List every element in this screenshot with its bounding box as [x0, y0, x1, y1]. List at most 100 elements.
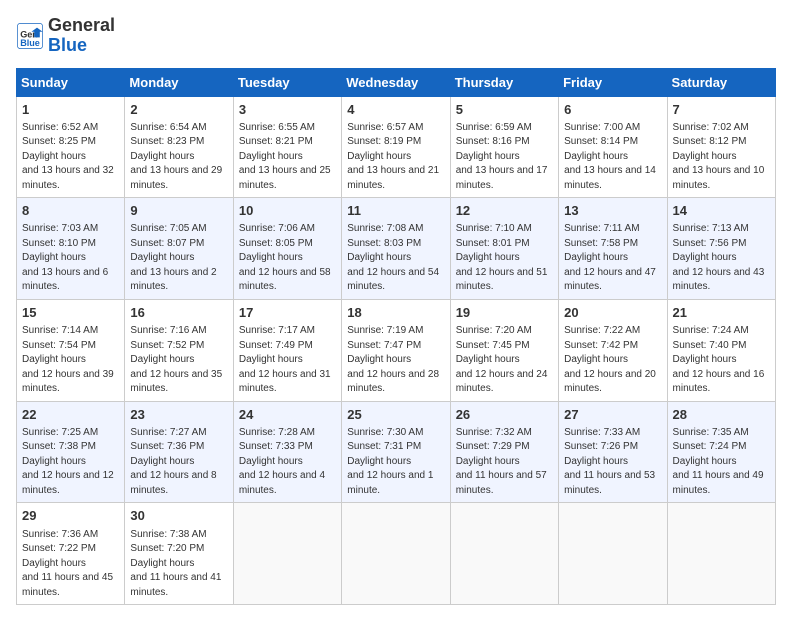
day-number: 19 — [456, 304, 553, 322]
header-cell-saturday: Saturday — [667, 68, 775, 96]
calendar-cell: 10Sunrise: 7:06 AMSunset: 8:05 PMDayligh… — [233, 198, 341, 300]
day-number: 29 — [22, 507, 119, 525]
day-number: 8 — [22, 202, 119, 220]
header-cell-friday: Friday — [559, 68, 667, 96]
header-cell-sunday: Sunday — [17, 68, 125, 96]
cell-info: Sunrise: 7:19 AMSunset: 7:47 PMDaylight … — [347, 324, 444, 397]
calendar-cell: 15 Sunrise: 7:14 AMSunset: 7:54 PMDayligh… — [17, 299, 125, 401]
cell-info: Sunrise: 6:52 AMSunset: 8:25 PMDaylight … — [22, 121, 119, 194]
cell-info: Sunrise: 7:35 AMSunset: 7:24 PMDaylight … — [673, 426, 770, 499]
day-number: 30 — [130, 507, 227, 525]
header-cell-monday: Monday — [125, 68, 233, 96]
day-number: 17 — [239, 304, 336, 322]
cell-info: Sunrise: 7:10 AMSunset: 8:01 PMDaylight … — [456, 222, 553, 295]
calendar-cell: 20 Sunrise: 7:22 AMSunset: 7:42 PMDayligh… — [559, 299, 667, 401]
day-number: 23 — [130, 406, 227, 424]
day-number: 9 — [130, 202, 227, 220]
cell-info: Sunrise: 6:54 AMSunset: 8:23 PMDaylight … — [130, 121, 227, 194]
day-number: 14 — [673, 202, 770, 220]
day-number: 13 — [564, 202, 661, 220]
calendar-cell: 18 Sunrise: 7:19 AMSunset: 7:47 PMDayligh… — [342, 299, 450, 401]
calendar-cell: 22 Sunrise: 7:25 AMSunset: 7:38 PMDayligh… — [17, 401, 125, 503]
cell-info: Sunrise: 7:36 AMSunset: 7:22 PMDaylight … — [22, 528, 119, 601]
calendar-cell: 8 Sunrise: 7:03 AMSunset: 8:10 PMDaylight… — [17, 198, 125, 300]
day-number: 18 — [347, 304, 444, 322]
cell-info: Sunrise: 7:06 AMSunset: 8:05 PMDaylight … — [239, 222, 336, 295]
calendar-cell: 24 Sunrise: 7:28 AMSunset: 7:33 PMDayligh… — [233, 401, 341, 503]
cell-info: Sunrise: 7:13 AMSunset: 7:56 PMDaylight … — [673, 222, 770, 295]
day-number: 5 — [456, 101, 553, 119]
cell-info: Sunrise: 7:20 AMSunset: 7:45 PMDaylight … — [456, 324, 553, 397]
logo-text-blue: Blue — [48, 36, 115, 56]
cell-info: Sunrise: 7:00 AMSunset: 8:14 PMDaylight … — [564, 121, 661, 194]
calendar-cell: 23 Sunrise: 7:27 AMSunset: 7:36 PMDayligh… — [125, 401, 233, 503]
calendar-cell: 12 Sunrise: 7:10 AMSunset: 8:01 PMDayligh… — [450, 198, 558, 300]
calendar-cell: 14 Sunrise: 7:13 AMSunset: 7:56 PMDayligh… — [667, 198, 775, 300]
calendar-cell — [450, 503, 558, 605]
day-number: 22 — [22, 406, 119, 424]
day-number: 11 — [347, 202, 444, 220]
day-number: 7 — [673, 101, 770, 119]
calendar-cell: 5 Sunrise: 6:59 AMSunset: 8:16 PMDaylight… — [450, 96, 558, 198]
calendar-cell: 26 Sunrise: 7:32 AMSunset: 7:29 PMDayligh… — [450, 401, 558, 503]
header: Gen Blue General Blue — [16, 16, 776, 56]
cell-info: Sunrise: 7:25 AMSunset: 7:38 PMDaylight … — [22, 426, 119, 499]
day-number: 12 — [456, 202, 553, 220]
day-number: 2 — [130, 101, 227, 119]
svg-text:Blue: Blue — [20, 38, 40, 48]
calendar-cell: 4 Sunrise: 6:57 AMSunset: 8:19 PMDaylight… — [342, 96, 450, 198]
day-number: 28 — [673, 406, 770, 424]
day-number: 26 — [456, 406, 553, 424]
calendar-cell: 19 Sunrise: 7:20 AMSunset: 7:45 PMDayligh… — [450, 299, 558, 401]
calendar-cell: 29 Sunrise: 7:36 AMSunset: 7:22 PMDayligh… — [17, 503, 125, 605]
calendar-cell: 16 Sunrise: 7:16 AMSunset: 7:52 PMDayligh… — [125, 299, 233, 401]
day-number: 1 — [22, 101, 119, 119]
day-number: 24 — [239, 406, 336, 424]
cell-info: Sunrise: 7:22 AMSunset: 7:42 PMDaylight … — [564, 324, 661, 397]
week-row-4: 22 Sunrise: 7:25 AMSunset: 7:38 PMDayligh… — [17, 401, 776, 503]
week-row-2: 8 Sunrise: 7:03 AMSunset: 8:10 PMDaylight… — [17, 198, 776, 300]
calendar-cell: 27 Sunrise: 7:33 AMSunset: 7:26 PMDayligh… — [559, 401, 667, 503]
cell-info: Sunrise: 7:33 AMSunset: 7:26 PMDaylight … — [564, 426, 661, 499]
calendar-cell: 30 Sunrise: 7:38 AMSunset: 7:20 PMDayligh… — [125, 503, 233, 605]
day-number: 20 — [564, 304, 661, 322]
cell-info: Sunrise: 7:38 AMSunset: 7:20 PMDaylight … — [130, 528, 227, 601]
day-number: 3 — [239, 101, 336, 119]
calendar-cell: 6Sunrise: 7:00 AMSunset: 8:14 PMDaylight… — [559, 96, 667, 198]
day-number: 27 — [564, 406, 661, 424]
calendar-cell — [559, 503, 667, 605]
day-number: 21 — [673, 304, 770, 322]
logo-icon: Gen Blue — [16, 22, 44, 50]
calendar-cell — [667, 503, 775, 605]
cell-info: Sunrise: 7:03 AMSunset: 8:10 PMDaylight … — [22, 222, 119, 295]
header-cell-thursday: Thursday — [450, 68, 558, 96]
logo-text-general: General — [48, 16, 115, 36]
header-row: SundayMondayTuesdayWednesdayThursdayFrid… — [17, 68, 776, 96]
week-row-1: 1 Sunrise: 6:52 AMSunset: 8:25 PMDaylight… — [17, 96, 776, 198]
day-number: 4 — [347, 101, 444, 119]
cell-info: Sunrise: 7:24 AMSunset: 7:40 PMDaylight … — [673, 324, 770, 397]
cell-info: Sunrise: 7:14 AMSunset: 7:54 PMDaylight … — [22, 324, 119, 397]
calendar-cell: 9 Sunrise: 7:05 AMSunset: 8:07 PMDaylight… — [125, 198, 233, 300]
day-number: 15 — [22, 304, 119, 322]
cell-info: Sunrise: 7:32 AMSunset: 7:29 PMDaylight … — [456, 426, 553, 499]
calendar-cell — [233, 503, 341, 605]
cell-info: Sunrise: 7:08 AMSunset: 8:03 PMDaylight … — [347, 222, 444, 295]
calendar-cell: 7Sunrise: 7:02 AMSunset: 8:12 PMDaylight… — [667, 96, 775, 198]
cell-info: Sunrise: 6:59 AMSunset: 8:16 PMDaylight … — [456, 121, 553, 194]
cell-info: Sunrise: 7:27 AMSunset: 7:36 PMDaylight … — [130, 426, 227, 499]
cell-info: Sunrise: 7:16 AMSunset: 7:52 PMDaylight … — [130, 324, 227, 397]
day-number: 25 — [347, 406, 444, 424]
day-number: 16 — [130, 304, 227, 322]
calendar-cell: 3Sunrise: 6:55 AMSunset: 8:21 PMDaylight… — [233, 96, 341, 198]
logo: Gen Blue General Blue — [16, 16, 115, 56]
cell-info: Sunrise: 7:17 AMSunset: 7:49 PMDaylight … — [239, 324, 336, 397]
calendar-cell: 1 Sunrise: 6:52 AMSunset: 8:25 PMDaylight… — [17, 96, 125, 198]
cell-info: Sunrise: 6:57 AMSunset: 8:19 PMDaylight … — [347, 121, 444, 194]
cell-info: Sunrise: 7:28 AMSunset: 7:33 PMDaylight … — [239, 426, 336, 499]
week-row-3: 15 Sunrise: 7:14 AMSunset: 7:54 PMDayligh… — [17, 299, 776, 401]
calendar-cell: 11 Sunrise: 7:08 AMSunset: 8:03 PMDayligh… — [342, 198, 450, 300]
cell-info: Sunrise: 7:05 AMSunset: 8:07 PMDaylight … — [130, 222, 227, 295]
header-cell-wednesday: Wednesday — [342, 68, 450, 96]
cell-info: Sunrise: 7:11 AMSunset: 7:58 PMDaylight … — [564, 222, 661, 295]
